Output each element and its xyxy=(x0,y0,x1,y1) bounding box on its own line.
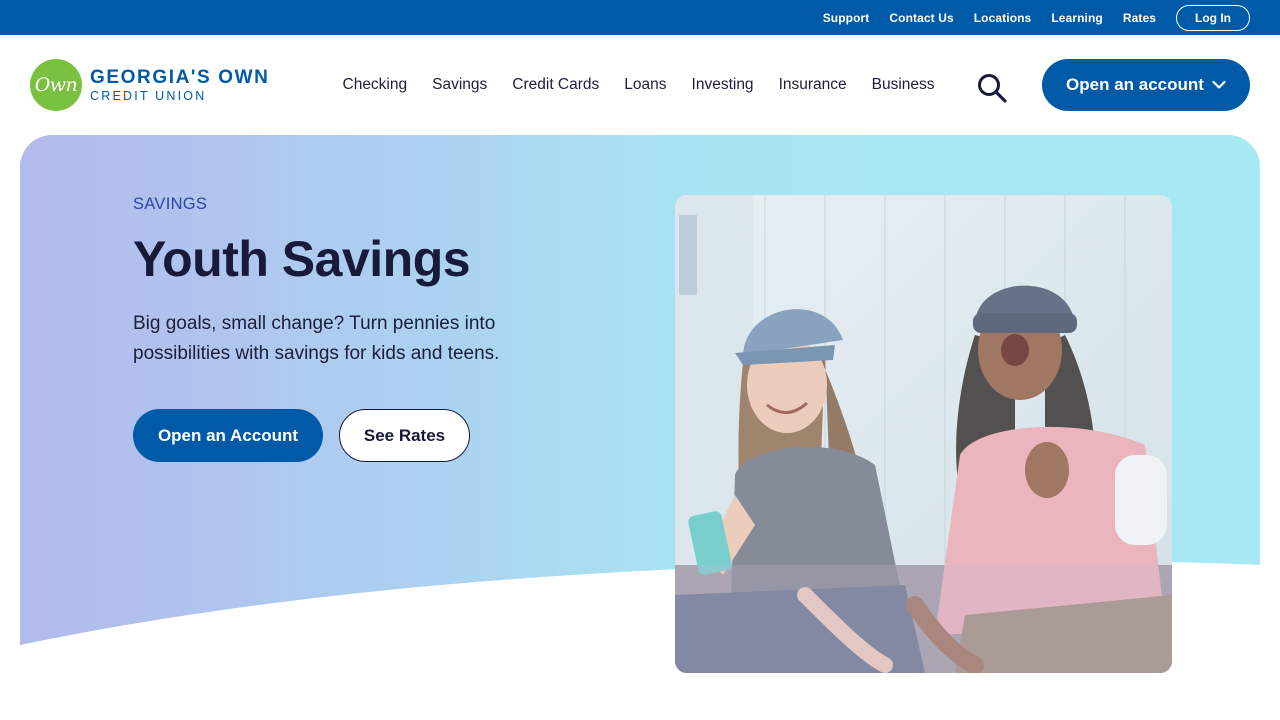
utility-link-contact-us[interactable]: Contact Us xyxy=(889,11,953,25)
hero-description: Big goals, small change? Turn pennies in… xyxy=(133,313,500,364)
utility-link-support[interactable]: Support xyxy=(823,11,870,25)
open-account-dropdown-button[interactable]: Open an account xyxy=(1042,59,1250,111)
nav-item-investing[interactable]: Investing xyxy=(679,76,766,94)
login-button[interactable]: Log In xyxy=(1176,4,1250,31)
utility-bar: Support Contact Us Locations Learning Ra… xyxy=(0,0,1280,35)
logo[interactable]: Own GEORGIA'S OWN CREDIT UNION xyxy=(30,58,290,112)
hero-content: SAVINGS Youth Savings Big goals, small c… xyxy=(133,195,653,462)
nav-item-credit-cards[interactable]: Credit Cards xyxy=(500,76,612,94)
nav-item-loans[interactable]: Loans xyxy=(612,76,679,94)
search-icon xyxy=(978,74,1007,103)
open-account-button[interactable]: Open an Account xyxy=(133,409,323,462)
utility-link-rates[interactable]: Rates xyxy=(1123,11,1156,25)
utility-link-learning[interactable]: Learning xyxy=(1051,11,1102,25)
utility-links: Support Contact Us Locations Learning Ra… xyxy=(823,0,1250,35)
see-rates-button[interactable]: See Rates xyxy=(339,409,470,462)
chevron-down-icon xyxy=(1212,80,1226,89)
logo-name: GEORGIA'S OWN xyxy=(90,66,270,88)
search-button[interactable] xyxy=(974,70,1010,106)
main-nav: Checking Savings Credit Cards Loans Inve… xyxy=(330,35,947,135)
hero-photo xyxy=(675,195,1172,673)
hero-buttons: Open an Account See Rates xyxy=(133,409,653,462)
site-header: Own GEORGIA'S OWN CREDIT UNION Checking … xyxy=(0,35,1280,135)
open-account-label: Open an account xyxy=(1066,75,1204,94)
hero-section: SAVINGS Youth Savings Big goals, small c… xyxy=(20,135,1260,720)
nav-item-business[interactable]: Business xyxy=(859,76,947,94)
nav-item-checking[interactable]: Checking xyxy=(330,76,420,94)
nav-item-insurance[interactable]: Insurance xyxy=(766,76,859,94)
page-title: Youth Savings xyxy=(133,231,471,287)
utility-link-locations[interactable]: Locations xyxy=(974,11,1032,25)
logo-mark: Own xyxy=(30,59,82,111)
hero-eyebrow: SAVINGS xyxy=(133,195,208,213)
nav-item-savings[interactable]: Savings xyxy=(420,76,500,94)
logo-subname: CREDIT UNION xyxy=(90,88,207,103)
logo-text: GEORGIA'S OWN CREDIT UNION xyxy=(90,68,269,103)
